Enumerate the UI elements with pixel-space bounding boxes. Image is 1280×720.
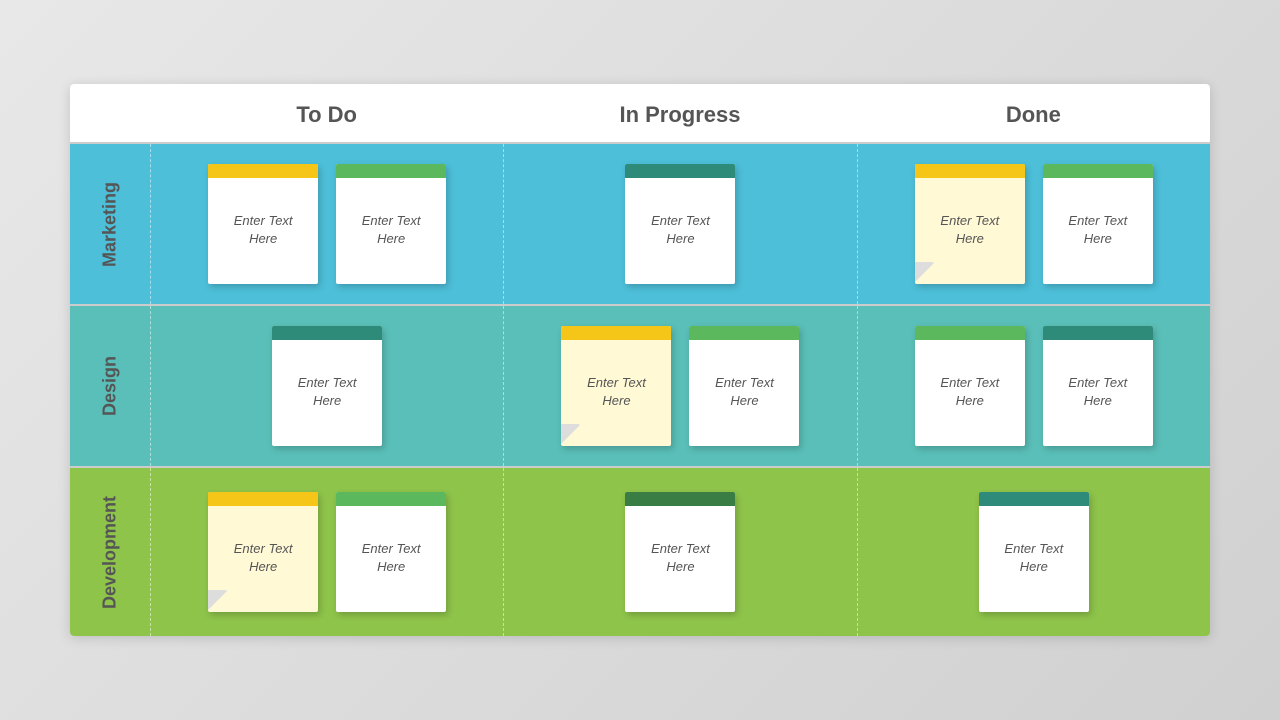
cell-2-2: Enter Text Here: [857, 468, 1210, 636]
note-0-2-0[interactable]: Enter Text Here: [915, 164, 1025, 284]
cell-1-0: Enter Text Here: [150, 306, 503, 466]
note-text-1-1-0: Enter Text Here: [571, 374, 661, 410]
note-1-2-0[interactable]: Enter Text Here: [915, 326, 1025, 446]
board-row-2: DevelopmentEnter Text HereEnter Text Her…: [70, 466, 1210, 636]
note-body-0-2-0: Enter Text Here: [915, 178, 1025, 284]
cell-1-2: Enter Text Here Enter Text Here: [857, 306, 1210, 466]
row-label-0: Marketing: [70, 144, 150, 304]
col-header-2: Done: [857, 84, 1210, 142]
cell-2-0: Enter Text Here Enter Text Here: [150, 468, 503, 636]
note-1-1-1[interactable]: Enter Text Here: [689, 326, 799, 446]
note-body-1-2-0: Enter Text Here: [915, 340, 1025, 446]
note-body-2-2-0: Enter Text Here: [979, 506, 1089, 612]
note-body-2-0-0: Enter Text Here: [208, 506, 318, 612]
note-text-2-0-0: Enter Text Here: [218, 540, 308, 576]
kanban-board: To DoIn ProgressDone MarketingEnter Text…: [70, 84, 1210, 636]
note-0-0-1[interactable]: Enter Text Here: [336, 164, 446, 284]
note-tab-0-1-0: [625, 164, 735, 178]
note-tab-1-0-0: [272, 326, 382, 340]
col-header-0: To Do: [150, 84, 503, 142]
note-0-1-0[interactable]: Enter Text Here: [625, 164, 735, 284]
note-body-0-2-1: Enter Text Here: [1043, 178, 1153, 284]
note-text-2-1-0: Enter Text Here: [635, 540, 725, 576]
note-0-0-0[interactable]: Enter Text Here: [208, 164, 318, 284]
cell-0-0: Enter Text Here Enter Text Here: [150, 144, 503, 304]
note-text-0-0-0: Enter Text Here: [218, 212, 308, 248]
note-tab-0-2-0: [915, 164, 1025, 178]
board-body: MarketingEnter Text HereEnter Text HereE…: [70, 142, 1210, 636]
note-body-0-0-1: Enter Text Here: [336, 178, 446, 284]
note-body-2-0-1: Enter Text Here: [336, 506, 446, 612]
row-label-1: Design: [70, 306, 150, 466]
note-tab-2-0-0: [208, 492, 318, 506]
cell-2-1: Enter Text Here: [503, 468, 856, 636]
note-text-1-2-1: Enter Text Here: [1053, 374, 1143, 410]
note-body-1-2-1: Enter Text Here: [1043, 340, 1153, 446]
note-body-2-1-0: Enter Text Here: [625, 506, 735, 612]
note-2-0-1[interactable]: Enter Text Here: [336, 492, 446, 612]
note-text-2-2-0: Enter Text Here: [989, 540, 1079, 576]
note-text-1-0-0: Enter Text Here: [282, 374, 372, 410]
note-text-0-1-0: Enter Text Here: [635, 212, 725, 248]
board-row-1: DesignEnter Text HereEnter Text HereEnte…: [70, 304, 1210, 466]
note-tab-1-2-0: [915, 326, 1025, 340]
note-text-0-2-1: Enter Text Here: [1053, 212, 1143, 248]
note-2-0-0[interactable]: Enter Text Here: [208, 492, 318, 612]
note-2-2-0[interactable]: Enter Text Here: [979, 492, 1089, 612]
note-tab-2-2-0: [979, 492, 1089, 506]
row-label-2: Development: [70, 468, 150, 636]
cell-0-2: Enter Text Here Enter Text Here: [857, 144, 1210, 304]
note-text-1-1-1: Enter Text Here: [699, 374, 789, 410]
note-tab-2-0-1: [336, 492, 446, 506]
note-tab-2-1-0: [625, 492, 735, 506]
note-tab-1-1-0: [561, 326, 671, 340]
note-tab-0-0-0: [208, 164, 318, 178]
note-tab-0-2-1: [1043, 164, 1153, 178]
col-header-1: In Progress: [503, 84, 856, 142]
note-0-2-1[interactable]: Enter Text Here: [1043, 164, 1153, 284]
column-headers: To DoIn ProgressDone: [70, 84, 1210, 142]
note-body-1-0-0: Enter Text Here: [272, 340, 382, 446]
cell-1-1: Enter Text Here Enter Text Here: [503, 306, 856, 466]
note-1-1-0[interactable]: Enter Text Here: [561, 326, 671, 446]
note-1-2-1[interactable]: Enter Text Here: [1043, 326, 1153, 446]
note-text-2-0-1: Enter Text Here: [346, 540, 436, 576]
note-tab-0-0-1: [336, 164, 446, 178]
note-text-1-2-0: Enter Text Here: [925, 374, 1015, 410]
note-tab-1-1-1: [689, 326, 799, 340]
board-row-0: MarketingEnter Text HereEnter Text HereE…: [70, 142, 1210, 304]
note-1-0-0[interactable]: Enter Text Here: [272, 326, 382, 446]
note-tab-1-2-1: [1043, 326, 1153, 340]
note-body-1-1-0: Enter Text Here: [561, 340, 671, 446]
note-2-1-0[interactable]: Enter Text Here: [625, 492, 735, 612]
note-body-0-0-0: Enter Text Here: [208, 178, 318, 284]
note-body-1-1-1: Enter Text Here: [689, 340, 799, 446]
note-text-0-0-1: Enter Text Here: [346, 212, 436, 248]
note-text-0-2-0: Enter Text Here: [925, 212, 1015, 248]
cell-0-1: Enter Text Here: [503, 144, 856, 304]
note-body-0-1-0: Enter Text Here: [625, 178, 735, 284]
